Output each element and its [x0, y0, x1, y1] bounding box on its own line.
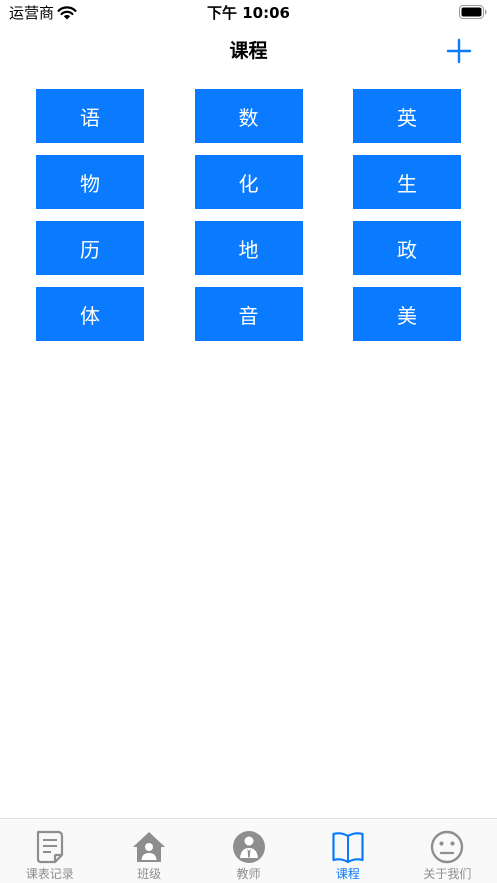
tab-label: 课表记录: [25, 867, 74, 881]
tab-bar: 课表记录 班级 教师 课程 关于我们: [0, 818, 497, 883]
tab-teacher[interactable]: 教师: [199, 819, 298, 883]
plus-icon: [446, 38, 472, 64]
course-button-chinese[interactable]: 语: [36, 89, 144, 143]
course-button-chemistry[interactable]: 化: [194, 155, 303, 209]
book-icon: [330, 830, 366, 864]
house-person-icon: [131, 830, 167, 864]
course-button-history[interactable]: 历: [36, 221, 144, 275]
add-course-button[interactable]: [444, 36, 474, 66]
tab-label: 教师: [236, 867, 261, 881]
tab-class[interactable]: 班级: [99, 819, 198, 883]
course-grid: 语 数 英 物 化 生 历 地 政 体 音 美: [36, 89, 461, 341]
tab-schedule-records[interactable]: 课表记录: [0, 819, 99, 883]
tab-label: 班级: [137, 867, 162, 881]
course-button-music[interactable]: 音: [194, 287, 303, 341]
tab-about-us[interactable]: 关于我们: [398, 819, 497, 883]
course-button-pe[interactable]: 体: [36, 287, 144, 341]
course-button-physics[interactable]: 物: [36, 155, 144, 209]
tab-courses[interactable]: 课程: [298, 819, 397, 883]
course-button-geography[interactable]: 地: [194, 221, 303, 275]
document-icon: [32, 830, 68, 864]
course-button-math[interactable]: 数: [194, 89, 303, 143]
course-button-politics[interactable]: 政: [353, 221, 461, 275]
tab-label: 课程: [335, 867, 360, 881]
neutral-face-icon: [429, 830, 465, 864]
status-time: 下午 10:06: [207, 4, 290, 22]
battery-icon: [459, 5, 487, 19]
course-button-art[interactable]: 美: [353, 287, 461, 341]
tab-label: 关于我们: [423, 867, 472, 881]
navigation-bar: 课程: [0, 26, 497, 76]
status-bar: 运营商 下午 10:06: [0, 0, 497, 26]
teacher-icon: [231, 830, 267, 864]
course-button-english[interactable]: 英: [353, 89, 461, 143]
page-title: 课程: [229, 40, 268, 62]
course-button-biology[interactable]: 生: [353, 155, 461, 209]
